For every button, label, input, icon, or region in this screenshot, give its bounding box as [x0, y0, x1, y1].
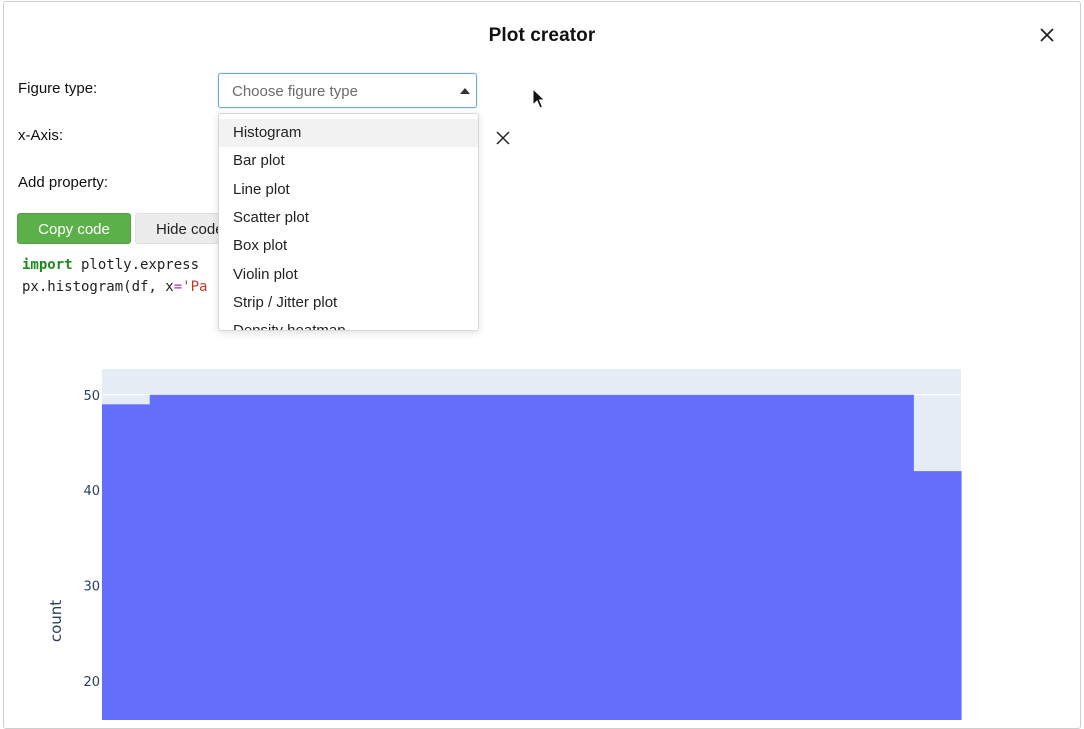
- dropdown-option-bar-plot[interactable]: Bar plot: [219, 147, 478, 175]
- dropdown-option-histogram[interactable]: Histogram: [219, 119, 478, 147]
- histogram-bar-9[interactable]: [483, 394, 533, 720]
- dropdown-option-line-plot[interactable]: Line plot: [219, 176, 478, 204]
- figure-type-dropdown: Histogram Bar plot Line plot Scatter plot Bo…: [218, 113, 479, 331]
- histogram-bar-2[interactable]: [149, 394, 199, 720]
- y-tick-label-50: 50: [83, 389, 100, 404]
- histogram-bar-8[interactable]: [436, 394, 485, 720]
- dropdown-option-box-plot[interactable]: Box plot: [219, 232, 478, 260]
- histogram-bar-10[interactable]: [531, 394, 580, 720]
- histogram-bar-6[interactable]: [340, 394, 389, 720]
- y-axis-title: count: [47, 600, 65, 642]
- histogram-bar-4[interactable]: [245, 394, 294, 720]
- dropdown-option-scatter-plot[interactable]: Scatter plot: [219, 204, 478, 232]
- y-tick-label-40: 40: [83, 484, 100, 499]
- histogram-bar-17[interactable]: [865, 394, 914, 720]
- dropdown-option-violin-plot[interactable]: Violin plot: [219, 261, 478, 289]
- histogram-bar-14[interactable]: [722, 394, 771, 720]
- y-tick-label-30: 30: [83, 580, 100, 595]
- histogram-bar-3[interactable]: [197, 394, 246, 720]
- histogram-bar-7[interactable]: [388, 394, 437, 720]
- histogram-bar-15[interactable]: [770, 394, 819, 720]
- histogram-bar-12[interactable]: [626, 394, 676, 720]
- histogram-bar-16[interactable]: [817, 394, 867, 720]
- histogram-bar-1[interactable]: [102, 404, 151, 720]
- dropdown-option-density-heatmap[interactable]: Density heatmap: [219, 317, 478, 330]
- mouse-cursor-icon: [532, 88, 546, 109]
- y-tick-label-20: 20: [83, 675, 100, 690]
- histogram-bar-18[interactable]: [913, 471, 962, 720]
- histogram-bar-11[interactable]: [579, 394, 628, 720]
- dropdown-option-strip-jitter-plot[interactable]: Strip / Jitter plot: [219, 289, 478, 317]
- histogram-bar-13[interactable]: [674, 394, 723, 720]
- histogram-bar-5[interactable]: [292, 394, 342, 720]
